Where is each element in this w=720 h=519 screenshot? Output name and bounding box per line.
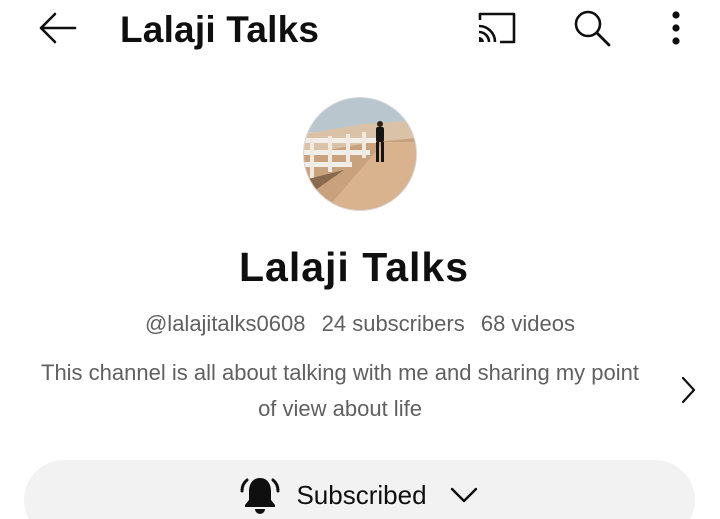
back-arrow-icon [39, 12, 77, 44]
search-icon [574, 10, 611, 47]
cast-button[interactable] [470, 6, 522, 50]
cast-icon [478, 12, 516, 44]
chevron-right-icon [681, 376, 696, 404]
back-button[interactable] [34, 8, 80, 48]
channel-handle: @lalajitalks0608 [144, 311, 306, 336]
channel-page: Lalaji Talks Lalaji Talks @lalajitalks06… [0, 0, 720, 519]
search-button[interactable] [568, 4, 616, 52]
channel-meta: @lalajitalks0608 24 subscribers 68 video… [0, 309, 720, 339]
video-count: 68 videos [480, 311, 576, 336]
channel-name: Lalaji Talks [238, 244, 469, 290]
subscribed-button[interactable]: Subscribed [24, 460, 695, 519]
page-title: Lalaji Talks [120, 9, 320, 50]
subscribed-button-content: Subscribed [240, 474, 478, 516]
top-app-bar: Lalaji Talks [0, 0, 720, 60]
bell-ringing-icon [240, 478, 280, 514]
chevron-down-icon [450, 487, 477, 503]
description-expand-button[interactable] [672, 370, 704, 410]
avatar-photo [304, 98, 416, 210]
channel-avatar[interactable] [303, 97, 417, 211]
subscribed-label: Subscribed [296, 480, 427, 510]
more-options-button[interactable] [660, 4, 692, 52]
more-vertical-icon [672, 11, 680, 45]
channel-description[interactable]: This channel is all about talking with m… [30, 355, 650, 427]
subscriber-count: 24 subscribers [321, 311, 465, 336]
